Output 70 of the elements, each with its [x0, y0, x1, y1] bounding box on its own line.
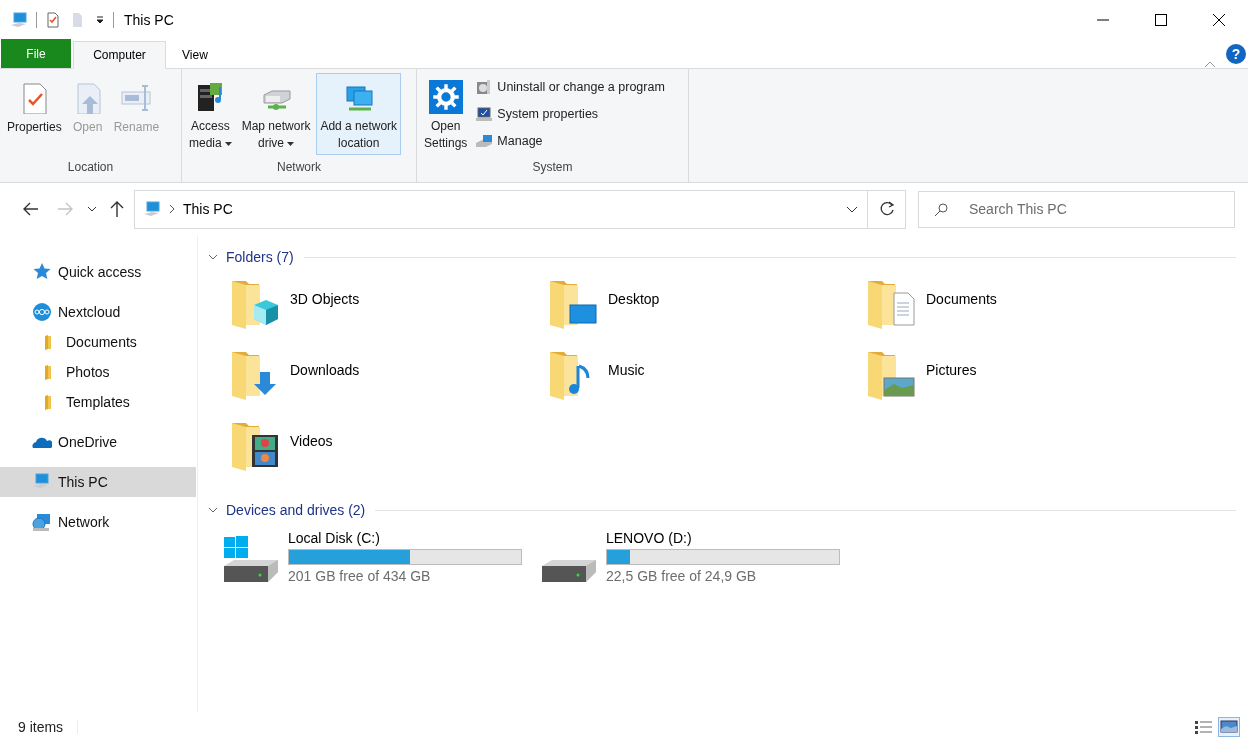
breadcrumb[interactable]: This PC	[183, 201, 233, 217]
ribbon-tab[interactable]: View	[166, 41, 224, 69]
navigation-item[interactable]: Network	[0, 507, 196, 537]
large-icons-view-icon	[1220, 719, 1238, 735]
windows-logo-icon	[224, 536, 248, 558]
help-button[interactable]: ?	[1226, 44, 1246, 64]
navigation-item[interactable]: Nextcloud	[0, 297, 196, 327]
dropdown-caret-icon	[287, 141, 295, 146]
folder-item[interactable]: Downloads	[230, 348, 548, 404]
chevron-down-icon	[846, 205, 858, 213]
up-arrow-icon	[110, 201, 124, 217]
item-count: 9 items	[18, 719, 64, 735]
computer-icon	[143, 200, 161, 218]
folder-item[interactable]: Pictures	[866, 348, 1184, 404]
view-button[interactable]	[1218, 717, 1240, 737]
file-menu-button[interactable]: File	[1, 39, 71, 68]
sidebar-icon	[32, 302, 52, 322]
ribbon-command-icon	[428, 77, 463, 117]
search-icon	[934, 202, 948, 217]
chevron-right-icon	[169, 204, 175, 214]
ribbon-button[interactable]: System properties	[473, 103, 667, 125]
ribbon-button[interactable]: Properties	[3, 73, 66, 155]
sidebar-icon	[32, 512, 52, 532]
ribbon-command-icon	[475, 106, 494, 122]
chevron-down-icon	[208, 252, 218, 262]
refresh-icon	[878, 201, 895, 217]
ribbon-button[interactable]: Map network drive	[237, 73, 315, 155]
collapse-ribbon-icon[interactable]	[1204, 60, 1216, 68]
ribbon-group-label: System	[531, 159, 574, 176]
ribbon-group-label: Location	[66, 159, 115, 176]
drive-item[interactable]: Local Disk (C:) 201 GB free of 434 GB	[224, 530, 542, 584]
ribbon-button[interactable]: Add a network location	[316, 73, 402, 155]
search-field[interactable]: Search This PC	[918, 190, 1235, 228]
folder-item[interactable]: Music	[548, 348, 866, 404]
navigation-item[interactable]: Quick access	[0, 257, 196, 287]
chevron-down-icon	[87, 206, 97, 212]
back-icon	[23, 202, 39, 216]
hard-drive-icon	[542, 560, 596, 582]
ribbon-group-label: Network	[276, 159, 322, 176]
folder-item[interactable]: Desktop	[548, 277, 866, 333]
chevron-down-icon	[208, 505, 218, 515]
drive-item[interactable]: LENOVO (D:) 22,5 GB free of 24,9 GB	[542, 530, 860, 584]
maximize-icon	[1155, 13, 1167, 26]
group-header[interactable]: Devices and drives (2)	[208, 498, 1236, 522]
navigation-item[interactable]: Templates	[0, 387, 196, 417]
ribbon-button[interactable]: Uninstall or change a program	[473, 76, 667, 98]
ribbon-button[interactable]: Access media	[185, 73, 236, 155]
hard-drive-icon	[224, 560, 278, 582]
sidebar-icon	[32, 262, 52, 282]
navigation-item[interactable]: Documents	[0, 327, 196, 357]
dropdown-caret-icon	[224, 141, 232, 146]
navigation-item[interactable]: Photos	[0, 357, 196, 387]
close-icon	[1213, 13, 1225, 26]
forward-icon	[57, 202, 73, 216]
folder-item[interactable]: 3D Objects	[230, 277, 548, 333]
dropdown-caret-icon[interactable]	[95, 14, 105, 25]
ribbon-button[interactable]: Open Settings	[420, 73, 472, 155]
ribbon-button[interactable]: Manage	[473, 130, 667, 152]
navigation-item[interactable]: OneDrive	[0, 427, 196, 457]
details-view-icon	[1194, 719, 1212, 735]
ribbon-command-icon	[475, 133, 494, 149]
ribbon-tab[interactable]: Computer	[73, 41, 166, 69]
window-title: This PC	[124, 11, 174, 28]
folder-item[interactable]: Documents	[866, 277, 1184, 333]
folder-item[interactable]: Videos	[230, 419, 548, 475]
checkmark-page-icon[interactable]	[45, 11, 61, 28]
address-bar[interactable]: This PC	[134, 189, 906, 229]
computer-icon	[10, 10, 28, 29]
group-header[interactable]: Folders (7)	[208, 245, 1236, 269]
navigation-item[interactable]: This PC	[0, 467, 196, 497]
